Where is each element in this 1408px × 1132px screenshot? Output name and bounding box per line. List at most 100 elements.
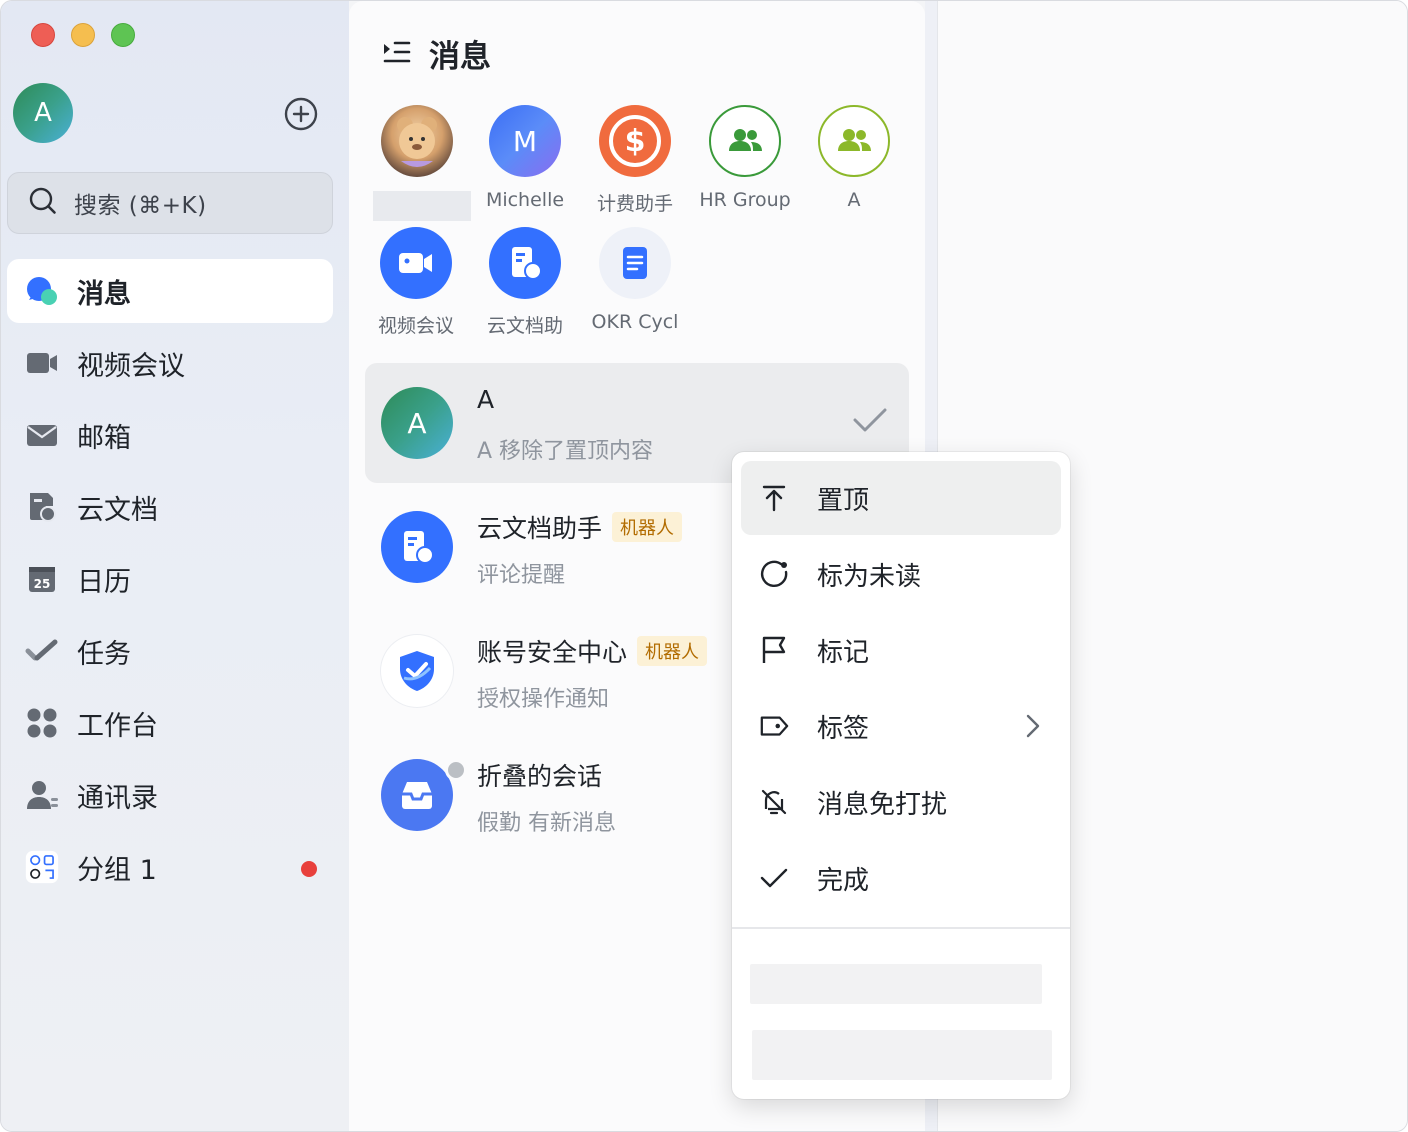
cloud-doc-icon: [489, 227, 561, 299]
sidebar-item-label: 消息: [77, 278, 131, 310]
menu-item-mark-unread[interactable]: 标为未读: [741, 537, 1061, 611]
sidebar: A 搜索 (⌘+K) 消息 视频会议 邮箱 云文档 25 日历 任务 工作台 通…: [1, 1, 349, 1131]
group-icon: [709, 105, 781, 177]
sidebar-item-mail[interactable]: 邮箱: [7, 403, 333, 467]
workbench-grid-icon: [25, 706, 59, 740]
conversation-preview: 评论提醒: [477, 563, 566, 588]
check-icon[interactable]: [853, 407, 887, 437]
minimize-window-button[interactable]: [71, 23, 95, 47]
pin-top-icon: [759, 483, 789, 513]
sidebar-item-label: 云文档: [77, 494, 158, 526]
user-avatar[interactable]: A: [13, 83, 73, 143]
pinned-chat[interactable]: OKR Cycl: [585, 227, 685, 333]
contacts-icon: [25, 778, 59, 812]
mark-unread-icon: [759, 559, 789, 589]
conversation-name: A: [477, 385, 494, 414]
avatar: A: [381, 387, 453, 459]
conversation-preview: 假勤 有新消息: [477, 811, 616, 836]
close-window-button[interactable]: [31, 23, 55, 47]
chat-bubble-icon: [25, 274, 59, 308]
conversation-title: A: [477, 385, 495, 414]
cloud-doc-icon: [381, 511, 453, 583]
sidebar-item-label: 日历: [77, 566, 131, 598]
redacted-label: [373, 191, 471, 221]
sidebar-item-group-1[interactable]: 分组 1: [7, 835, 333, 899]
unread-dot: [301, 861, 317, 877]
chevron-right-icon: [1025, 713, 1041, 743]
pinned-chat-label: Michelle: [485, 189, 565, 211]
pinned-chat[interactable]: [367, 105, 467, 189]
sidebar-item-label: 邮箱: [77, 422, 131, 454]
menu-item-label: 消息免打扰: [817, 789, 948, 820]
sidebar-item-contacts[interactable]: 通讯录: [7, 763, 333, 827]
redacted-menu-item[interactable]: [750, 964, 1042, 1004]
pinned-chat[interactable]: $ 计费助手: [585, 105, 685, 216]
menu-divider: [732, 927, 1070, 929]
zoom-window-button[interactable]: [111, 23, 135, 47]
search-bar[interactable]: 搜索 (⌘+K): [7, 172, 333, 234]
sidebar-item-calendar[interactable]: 25 日历: [7, 547, 333, 611]
pinned-chat-label: OKR Cycl: [591, 311, 679, 333]
svg-text:25: 25: [34, 577, 51, 591]
search-placeholder: 搜索 (⌘+K): [74, 193, 207, 219]
page-title: 消息: [429, 39, 491, 75]
pinned-chat-label: 云文档助: [486, 315, 563, 337]
flag-icon: [759, 635, 789, 665]
conversation-name: 折叠的会话: [477, 757, 602, 793]
pinned-chat[interactable]: M Michelle: [475, 105, 575, 211]
menu-item-done[interactable]: 完成: [741, 841, 1061, 915]
task-check-icon: [25, 634, 59, 668]
sidebar-item-label: 分组 1: [77, 854, 157, 886]
sidebar-item-tasks[interactable]: 任务: [7, 619, 333, 683]
menu-item-mute[interactable]: 消息免打扰: [741, 765, 1061, 839]
conversation-preview: 授权操作通知: [477, 687, 610, 712]
conversation-name: 账号安全中心 机器人: [477, 633, 708, 669]
sidebar-item-label: 视频会议: [77, 350, 185, 382]
bot-badge: 机器人: [637, 636, 708, 666]
check-icon: [759, 863, 789, 893]
calendar-icon: 25: [25, 562, 59, 596]
sidebar-item-label: 任务: [77, 638, 131, 670]
tag-icon: [759, 711, 789, 741]
menu-item-label: 置顶: [817, 485, 870, 516]
mail-icon: [25, 418, 59, 452]
avatar: M: [489, 105, 561, 177]
group-icon: [818, 105, 890, 177]
sidebar-item-messages[interactable]: 消息: [7, 259, 333, 323]
sidebar-item-video-meeting[interactable]: 视频会议: [7, 331, 333, 395]
sidebar-nav: 消息 视频会议 邮箱 云文档 25 日历 任务 工作台 通讯录 分组 1: [7, 259, 333, 907]
list-header: 消息: [381, 31, 491, 76]
pinned-chat[interactable]: 视频会议: [366, 227, 466, 338]
document-icon: [599, 227, 671, 299]
redacted-menu-item[interactable]: [752, 1030, 1052, 1080]
pinned-chat-label: HR Group: [699, 189, 791, 211]
menu-item-label: 完成: [817, 865, 870, 896]
conversation-title: 账号安全中心: [477, 638, 628, 667]
pinned-chat[interactable]: HR Group: [695, 105, 795, 211]
video-camera-icon: [25, 346, 59, 380]
menu-item-label: 标记: [817, 637, 870, 668]
cloud-doc-icon: [25, 490, 59, 524]
pinned-chat[interactable]: 云文档助: [475, 227, 575, 338]
context-menu: 置顶 标为未读 标记 标签 消息免打扰 完成: [732, 452, 1070, 1099]
add-circle-icon[interactable]: [283, 96, 319, 132]
unread-gray-dot: [445, 759, 467, 781]
inbox-tray-icon: [381, 759, 453, 831]
conversation-preview: A 移除了置顶内容: [477, 439, 654, 464]
sidebar-item-label: 通讯录: [77, 782, 158, 814]
pinned-chat[interactable]: A: [804, 105, 904, 211]
bell-off-icon: [759, 787, 789, 817]
menu-item-pin[interactable]: 置顶: [741, 461, 1061, 535]
video-camera-icon: [380, 227, 452, 299]
svg-text:$: $: [625, 124, 646, 159]
menu-item-flag[interactable]: 标记: [741, 613, 1061, 687]
collapse-menu-icon[interactable]: [381, 37, 411, 71]
menu-item-tag[interactable]: 标签: [741, 689, 1061, 763]
pinned-chat-label: 计费助手: [596, 193, 673, 215]
sidebar-item-workbench[interactable]: 工作台: [7, 691, 333, 755]
sidebar-item-label: 工作台: [77, 710, 158, 742]
sidebar-item-docs[interactable]: 云文档: [7, 475, 333, 539]
dollar-coin-icon: $: [599, 105, 671, 177]
shield-icon: [381, 635, 453, 707]
menu-item-label: 标为未读: [817, 561, 922, 592]
